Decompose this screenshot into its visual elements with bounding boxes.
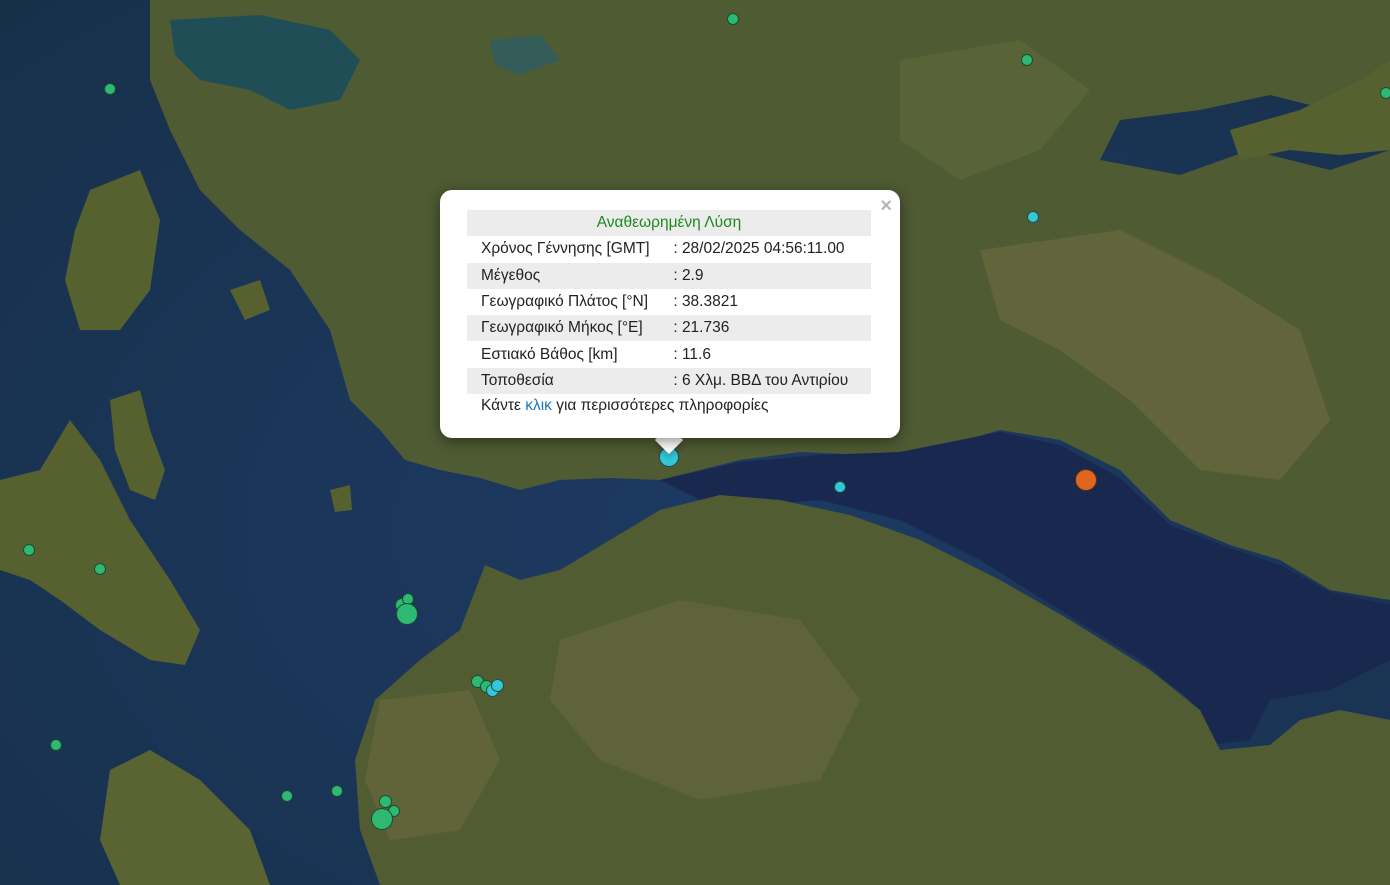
earthquake-marker[interactable] <box>1380 87 1390 99</box>
table-row: Αναθεωρημένη Λύση <box>467 210 871 237</box>
table-row: Τοποθεσία : 6 Χλμ. ΒΒΔ του Αντιρίου <box>467 367 871 395</box>
row-value: : 11.6 <box>673 345 711 363</box>
earthquake-marker[interactable] <box>491 679 504 692</box>
earthquake-marker[interactable] <box>104 83 116 95</box>
row-label: Εστιακό Βάθος [km] <box>481 345 618 363</box>
earthquake-marker[interactable] <box>23 544 35 556</box>
table-row: Χρόνος Γέννησης [GMT] : 28/02/2025 04:56… <box>467 236 871 262</box>
row-label: Γεωγραφικό Πλάτος [°N] <box>481 293 649 311</box>
more-info-link[interactable]: κλικ <box>525 397 552 414</box>
earthquake-marker[interactable] <box>1021 54 1033 66</box>
row-label: Μέγεθος <box>467 262 674 289</box>
earthquake-info-table: Αναθεωρημένη Λύση Χρόνος Γέννησης [GMT] … <box>467 210 871 395</box>
earthquake-marker[interactable] <box>371 808 393 830</box>
earthquake-marker[interactable] <box>94 563 106 575</box>
more-info-prefix: Κάντε <box>481 397 526 414</box>
earthquake-marker[interactable] <box>1075 469 1097 491</box>
row-value: : 6 Χλμ. ΒΒΔ του Αντιρίου <box>673 367 871 395</box>
satellite-map[interactable] <box>0 0 1390 885</box>
popup-title: Αναθεωρημένη Λύση <box>467 210 871 237</box>
earthquake-marker[interactable] <box>1027 211 1039 223</box>
row-value: : 2.9 <box>673 262 871 289</box>
more-info-suffix: για περισσότερες πληροφορίες <box>551 397 769 414</box>
row-label: Τοποθεσία <box>467 367 674 395</box>
row-label: Γεωγραφικό Μήκος [°E] <box>467 315 674 342</box>
more-info-text: Κάντε κλικ για περισσότερες πληροφορίες <box>481 397 768 415</box>
earthquake-marker[interactable] <box>50 739 62 751</box>
row-value: : 28/02/2025 04:56:11.00 <box>673 240 845 258</box>
earthquake-marker[interactable] <box>396 603 418 625</box>
earthquake-marker[interactable] <box>727 13 739 25</box>
table-row: Γεωγραφικό Πλάτος [°N] : 38.3821 <box>467 289 871 315</box>
table-row: Μέγεθος : 2.9 <box>467 262 871 289</box>
table-row: Εστιακό Βάθος [km] : 11.6 <box>467 341 871 367</box>
row-value: : 21.736 <box>673 315 871 342</box>
earthquake-marker[interactable] <box>281 790 293 802</box>
row-value: : 38.3821 <box>673 293 738 311</box>
row-label: Χρόνος Γέννησης [GMT] <box>481 240 650 258</box>
table-row: Γεωγραφικό Μήκος [°E] : 21.736 <box>467 315 871 342</box>
earthquake-marker[interactable] <box>331 785 343 797</box>
close-icon[interactable]: × <box>880 196 892 216</box>
earthquake-marker[interactable] <box>834 481 846 493</box>
